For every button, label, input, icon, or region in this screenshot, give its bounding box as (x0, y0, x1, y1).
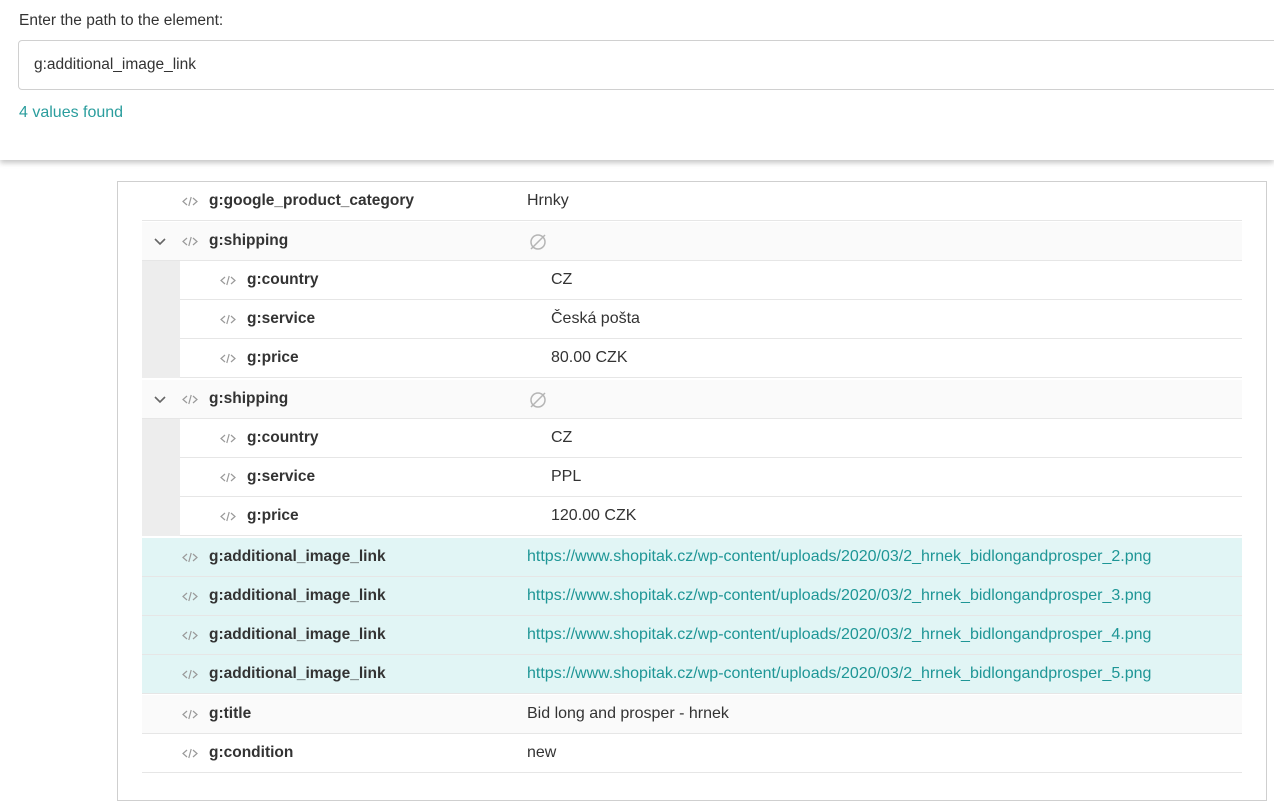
element-value: Bid long and prosper - hrnek (527, 705, 729, 722)
image-link[interactable]: https://www.shopitak.cz/wp-content/uploa… (527, 548, 1151, 566)
element-name: g:country (247, 429, 319, 446)
results-count: 4 values found (19, 104, 124, 121)
element-name: g:google_product_category (209, 192, 414, 209)
tree-row-shipping[interactable]: g:shipping (142, 222, 1242, 261)
results-area: g:google_product_category Hrnky g:shippi… (0, 160, 1274, 801)
code-tag-icon (182, 236, 198, 247)
element-name: g:condition (209, 744, 294, 761)
tree-row: g:price 120.00 CZK (180, 497, 1242, 536)
tree-row-highlighted: g:additional_image_link https://www.shop… (142, 616, 1242, 655)
element-name: g:additional_image_link (209, 665, 386, 682)
element-value: CZ (551, 271, 573, 288)
element-value: PPL (551, 468, 582, 485)
code-tag-icon (182, 591, 198, 602)
element-name: g:service (247, 468, 316, 485)
element-name: g:price (247, 349, 299, 366)
code-tag-icon (220, 511, 236, 522)
code-tag-icon (182, 394, 198, 405)
null-icon (530, 234, 546, 250)
element-value: new (527, 744, 557, 761)
null-icon (530, 392, 546, 408)
element-value: 120.00 CZK (551, 507, 637, 524)
element-name: g:additional_image_link (209, 626, 386, 643)
path-input[interactable] (18, 40, 1274, 90)
tree-row: g:condition new (142, 734, 1242, 773)
code-tag-icon (182, 748, 198, 759)
path-label: Enter the path to the element: (19, 12, 224, 29)
code-tag-icon (182, 709, 198, 720)
code-tag-icon (220, 433, 236, 444)
tree-row: g:title Bid long and prosper - hrnek (142, 695, 1242, 734)
tree-row-highlighted: g:additional_image_link https://www.shop… (142, 577, 1242, 616)
element-name: g:service (247, 310, 316, 327)
indent-guide (142, 261, 180, 378)
search-panel: Enter the path to the element: 4 values … (0, 0, 1274, 160)
code-tag-icon (182, 669, 198, 680)
image-link[interactable]: https://www.shopitak.cz/wp-content/uploa… (527, 626, 1151, 644)
element-value: 80.00 CZK (551, 349, 628, 366)
tree-row-shipping[interactable]: g:shipping (142, 380, 1242, 419)
chevron-down-icon[interactable] (152, 233, 168, 249)
tree-row: g:country CZ (180, 419, 1242, 458)
code-tag-icon (220, 275, 236, 286)
indent-guide (142, 419, 180, 536)
code-tag-icon (220, 353, 236, 364)
element-name: g:additional_image_link (209, 548, 386, 565)
tree-row: g:price 80.00 CZK (180, 339, 1242, 378)
code-tag-icon (182, 630, 198, 641)
chevron-down-icon[interactable] (152, 391, 168, 407)
tree-row-highlighted: g:additional_image_link https://www.shop… (142, 655, 1242, 694)
code-tag-icon (182, 196, 198, 207)
element-name: g:shipping (209, 390, 289, 407)
tree-row: g:google_product_category Hrnky (142, 182, 1242, 221)
image-link[interactable]: https://www.shopitak.cz/wp-content/uploa… (527, 665, 1151, 683)
code-tag-icon (220, 314, 236, 325)
tree-row: g:service Česká pošta (180, 300, 1242, 339)
element-value: Česká pošta (551, 310, 640, 327)
element-value: Hrnky (527, 192, 569, 209)
xml-tree: g:google_product_category Hrnky g:shippi… (117, 181, 1267, 801)
element-value: CZ (551, 429, 573, 446)
element-name: g:price (247, 507, 299, 524)
element-name: g:shipping (209, 232, 289, 249)
image-link[interactable]: https://www.shopitak.cz/wp-content/uploa… (527, 587, 1151, 605)
element-name: g:title (209, 705, 252, 722)
code-tag-icon (220, 472, 236, 483)
tree-row-highlighted: g:additional_image_link https://www.shop… (142, 538, 1242, 577)
element-name: g:additional_image_link (209, 587, 386, 604)
tree-row: g:country CZ (180, 261, 1242, 300)
element-name: g:country (247, 271, 319, 288)
code-tag-icon (182, 552, 198, 563)
tree-row: g:service PPL (180, 458, 1242, 497)
